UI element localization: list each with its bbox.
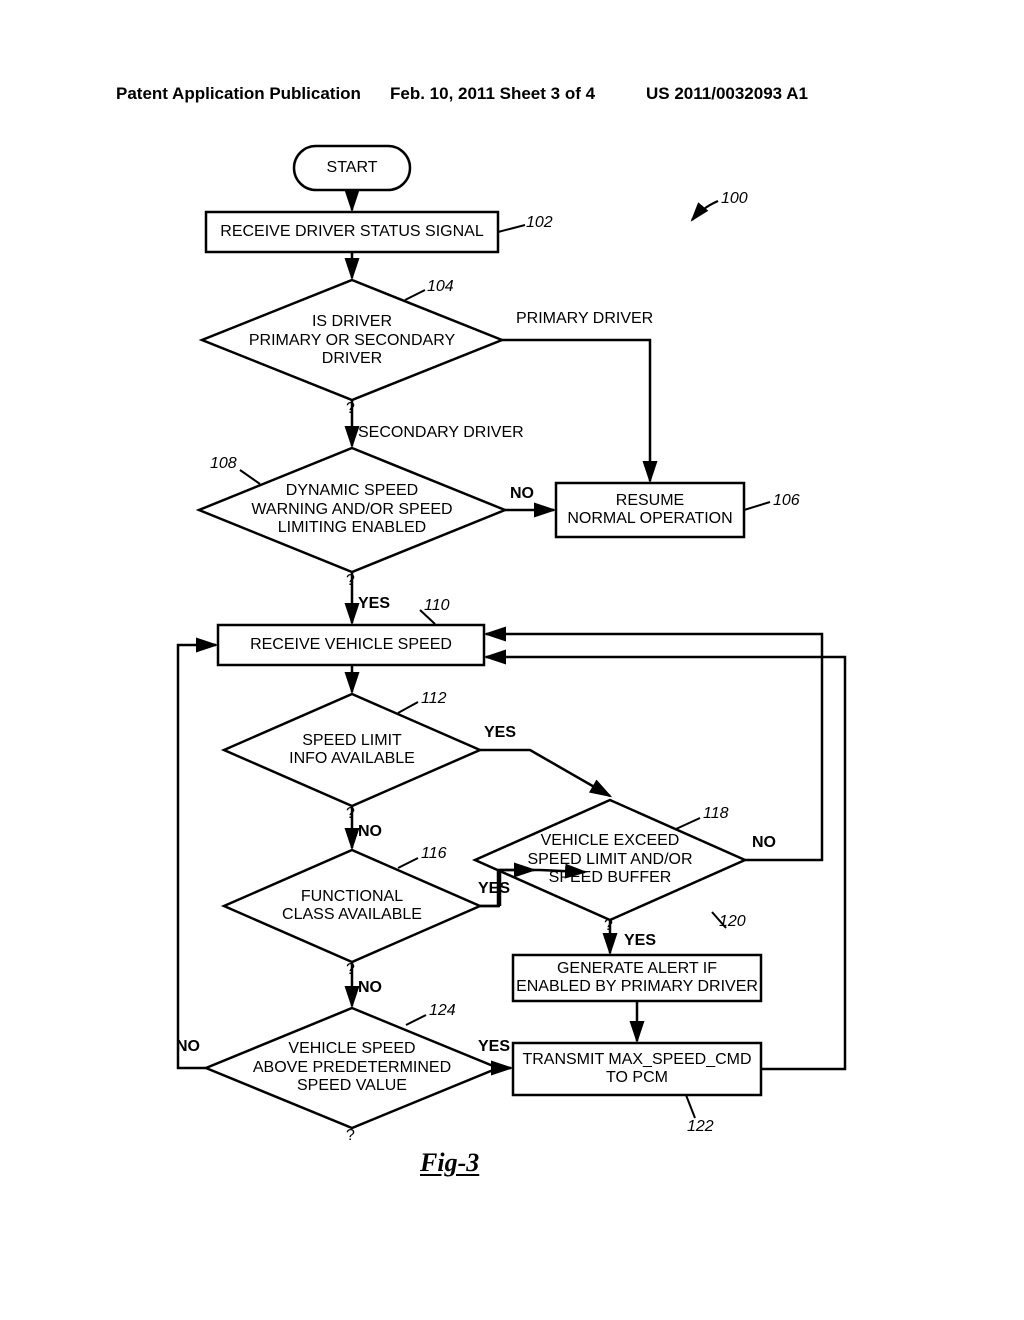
ref-120: 120 — [719, 913, 746, 931]
ref-122: 122 — [687, 1118, 714, 1136]
yes1: YES — [358, 595, 390, 613]
dynamic-speed-text: DYNAMIC SPEED WARNING AND/OR SPEED LIMIT… — [251, 482, 452, 537]
no3: NO — [358, 979, 382, 997]
speed-limit-text: SPEED LIMIT INFO AVAILABLE — [289, 732, 415, 769]
func-class-text: FUNCTIONAL CLASS AVAILABLE — [282, 888, 422, 925]
resume-normal: RESUME NORMAL OPERATION — [556, 483, 744, 537]
ref-108: 108 — [210, 455, 237, 473]
dynamic-speed-decision: DYNAMIC SPEED WARNING AND/OR SPEED LIMIT… — [228, 477, 476, 543]
receive-driver-text: RECEIVE DRIVER STATUS SIGNAL — [220, 223, 483, 241]
q2: ? — [346, 572, 355, 590]
vehicle-exceed-text: VEHICLE EXCEED SPEED LIMIT AND/OR SPEED … — [527, 832, 692, 887]
start-node: START — [294, 146, 410, 190]
yes5: YES — [624, 932, 656, 950]
receive-vehicle-speed: RECEIVE VEHICLE SPEED — [218, 625, 484, 665]
flowchart-svg — [0, 0, 1024, 1320]
speed-above: VEHICLE SPEED ABOVE PREDETERMINED SPEED … — [236, 1036, 468, 1100]
driver-decision-text: IS DRIVER PRIMARY OR SECONDARY DRIVER — [249, 313, 455, 368]
ref-100: 100 — [721, 190, 748, 208]
q1: ? — [346, 400, 355, 418]
speed-limit-available: SPEED LIMIT INFO AVAILABLE — [258, 726, 446, 774]
resume-text: RESUME NORMAL OPERATION — [567, 492, 732, 529]
ref-102: 102 — [526, 214, 553, 232]
no4: NO — [176, 1038, 200, 1056]
q6: ? — [604, 917, 613, 935]
yes2: YES — [484, 724, 516, 742]
no2: NO — [358, 823, 382, 841]
ref-110: 110 — [424, 597, 450, 615]
vehicle-exceed: VEHICLE EXCEED SPEED LIMIT AND/OR SPEED … — [505, 828, 715, 892]
secondary-driver-label: SECONDARY DRIVER — [358, 424, 524, 442]
ref-104: 104 — [427, 278, 454, 296]
transmit-text: TRANSMIT MAX_SPEED_CMD TO PCM — [522, 1051, 751, 1088]
yes4: YES — [478, 1038, 510, 1056]
receive-driver-status: RECEIVE DRIVER STATUS SIGNAL — [206, 212, 498, 252]
q4: ? — [346, 961, 355, 979]
start-text: START — [327, 159, 378, 177]
no1: NO — [510, 485, 534, 503]
primary-driver-label: PRIMARY DRIVER — [516, 310, 653, 328]
ref-106: 106 — [773, 492, 800, 510]
functional-class: FUNCTIONAL CLASS AVAILABLE — [258, 882, 446, 930]
generate-alert: GENERATE ALERT IF ENABLED BY PRIMARY DRI… — [513, 955, 761, 1001]
no5: NO — [752, 834, 776, 852]
speed-above-text: VEHICLE SPEED ABOVE PREDETERMINED SPEED … — [253, 1040, 451, 1095]
generate-alert-text: GENERATE ALERT IF ENABLED BY PRIMARY DRI… — [516, 960, 758, 997]
transmit-cmd: TRANSMIT MAX_SPEED_CMD TO PCM — [513, 1043, 761, 1095]
q3: ? — [346, 805, 355, 823]
receive-speed-text: RECEIVE VEHICLE SPEED — [250, 636, 452, 654]
figure-label: Fig-3 — [420, 1148, 479, 1178]
ref-124: 124 — [429, 1002, 456, 1020]
ref-116: 116 — [421, 845, 447, 863]
q5: ? — [346, 1127, 355, 1145]
ref-112: 112 — [421, 690, 447, 708]
ref-118: 118 — [703, 805, 729, 823]
driver-decision: IS DRIVER PRIMARY OR SECONDARY DRIVER — [232, 308, 472, 374]
